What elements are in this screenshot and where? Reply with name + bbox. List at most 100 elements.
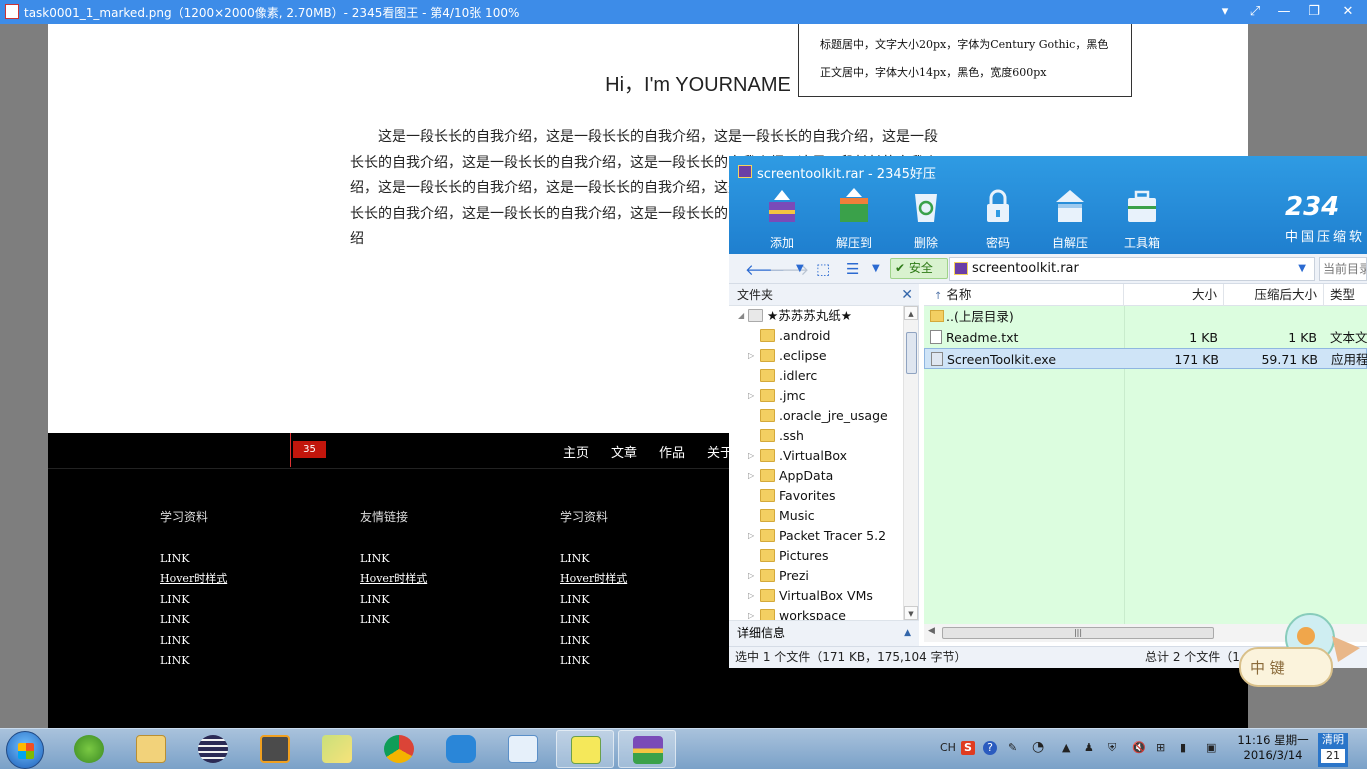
up-folder-icon[interactable]: ⬚ <box>816 260 830 278</box>
taskbar-app[interactable] <box>494 730 552 768</box>
weather-widget[interactable]: 清明 21 <box>1318 733 1348 767</box>
expand-arrow-icon[interactable]: ▷ <box>748 446 754 466</box>
expand-arrow-icon[interactable]: ▷ <box>748 566 754 586</box>
taskbar-app[interactable] <box>122 730 180 768</box>
user-icon[interactable]: ♟ <box>1084 741 1094 754</box>
close-button[interactable]: ✕ <box>1334 1 1362 23</box>
measure-badge: 35 <box>293 441 326 458</box>
column-type[interactable]: 类型 <box>1324 284 1367 306</box>
folder-pane-scrollbar[interactable]: ▲ ▼ <box>903 306 918 620</box>
tree-item[interactable]: .android <box>729 326 901 346</box>
clock[interactable]: 11:16 星期一 2016/3/14 <box>1232 733 1314 763</box>
taskbar-app[interactable] <box>246 730 304 768</box>
start-button[interactable] <box>6 731 44 769</box>
tree-item[interactable]: .ssh <box>729 426 901 446</box>
self-extract-button[interactable]: 自解压 <box>1039 186 1101 251</box>
column-packed-size[interactable]: 压缩后大小 <box>1224 284 1324 306</box>
footer-column: 学习资料 LINK Hover时样式 LINK LINK LINK LINK <box>560 508 710 671</box>
expand-arrow-icon[interactable]: ▷ <box>748 586 754 606</box>
tree-item[interactable]: Pictures <box>729 546 901 566</box>
viewer-title: task0001_1_marked.png（1200×2000像素, 2.70M… <box>24 6 520 20</box>
fullscreen-icon[interactable]: ⤢ <box>1241 1 1269 23</box>
restore-button[interactable]: ❐ <box>1300 1 1328 23</box>
history-dropdown-icon[interactable]: ▼ <box>796 263 804 274</box>
help-icon[interactable]: ? <box>983 741 997 755</box>
recycle-icon <box>915 194 937 222</box>
utorrent-icon <box>74 735 104 763</box>
taskbar-app-active[interactable] <box>556 730 614 768</box>
file-row[interactable]: ..(上层目录) <box>924 306 1367 327</box>
tree-item[interactable]: ▷ .eclipse <box>729 346 901 366</box>
tree-item[interactable]: ▷ Prezi <box>729 566 901 586</box>
tree-item-label: ★苏苏苏丸纸★ <box>767 308 852 323</box>
expand-arrow-icon[interactable]: ▷ <box>748 386 754 406</box>
close-icon[interactable]: ✕ <box>901 284 913 306</box>
tree-item[interactable]: Favorites <box>729 486 901 506</box>
expand-arrow-icon[interactable]: ▷ <box>748 606 754 620</box>
file-row-selected[interactable]: ScreenToolkit.exe 171 KB 59.71 KB 应用程 <box>924 348 1367 369</box>
file-row[interactable]: Readme.txt 1 KB 1 KB 文本文 <box>924 327 1367 348</box>
tree-item[interactable]: .oracle_jre_usage <box>729 406 901 426</box>
scrollbar-thumb[interactable] <box>906 332 917 374</box>
tree-item[interactable]: ▷ VirtualBox VMs <box>729 586 901 606</box>
address-bar: 🡐 🡒 ▼ ⬚ ☰ ▼ ✔ 安全 screentoolkit.rar ▼ 当前目… <box>729 254 1367 284</box>
chevron-up-icon[interactable]: ▲ <box>904 621 911 645</box>
battery-icon[interactable]: ▮ <box>1180 741 1186 754</box>
toolbox-label: 工具箱 <box>1123 236 1160 250</box>
scroll-up-icon[interactable]: ▲ <box>904 306 918 320</box>
network-icon[interactable]: ▣ <box>1206 741 1216 754</box>
column-name[interactable]: ↑ 名称 <box>924 284 1124 306</box>
windows-icon[interactable]: ⊞ <box>1156 741 1165 754</box>
volume-muted-icon[interactable]: 🔇 <box>1132 741 1146 754</box>
tree-item[interactable]: Music <box>729 506 901 526</box>
tray-expand-icon[interactable]: ▲ <box>1062 741 1070 754</box>
tree-item[interactable]: ▷ Packet Tracer 5.2 <box>729 526 901 546</box>
pen-icon[interactable]: ✎ <box>1008 741 1017 754</box>
measure-line <box>290 433 291 467</box>
expand-arrow-icon[interactable]: ◢ <box>738 306 744 326</box>
view-dropdown-icon[interactable]: ▼ <box>872 263 880 274</box>
expand-arrow-icon[interactable]: ▷ <box>748 526 754 546</box>
taskbar-app[interactable] <box>308 730 366 768</box>
taskbar-app[interactable] <box>184 730 242 768</box>
footer-link: Hover时样式 <box>560 572 628 586</box>
self-extract-label: 自解压 <box>1051 236 1088 250</box>
tree-item[interactable]: .idlerc <box>729 366 901 386</box>
safety-badge[interactable]: ✔ 安全 <box>890 258 948 279</box>
dropdown-icon[interactable]: ▾ <box>1211 1 1239 23</box>
add-button[interactable]: 添加 <box>751 186 813 251</box>
details-panel-toggle[interactable]: 详细信息 ▲ <box>729 620 919 646</box>
expand-arrow-icon[interactable]: ▷ <box>748 466 754 486</box>
extract-to-button[interactable]: 解压到 <box>823 186 885 251</box>
address-field[interactable]: screentoolkit.rar ▼ <box>949 257 1315 281</box>
view-list-icon[interactable]: ☰ <box>846 260 859 278</box>
tree-item[interactable]: ▷ AppData <box>729 466 901 486</box>
toolbox-button[interactable]: 工具箱 <box>1111 186 1173 251</box>
taskbar-app[interactable] <box>60 730 118 768</box>
minimize-button[interactable]: — <box>1270 1 1298 23</box>
password-button[interactable]: 密码 <box>967 186 1029 251</box>
column-size[interactable]: 大小 <box>1124 284 1224 306</box>
taskbar-app[interactable] <box>432 730 490 768</box>
mascot-widget[interactable]: 中 键 <box>1238 612 1366 692</box>
scroll-down-icon[interactable]: ▼ <box>904 606 918 620</box>
taskbar-app-active[interactable] <box>618 730 676 768</box>
footer-link: LINK <box>560 613 590 627</box>
expand-arrow-icon[interactable]: ▷ <box>748 346 754 366</box>
tree-item[interactable]: ▷ workspace <box>729 606 901 620</box>
security-icon[interactable]: ⛨ <box>1108 741 1116 755</box>
scroll-left-icon[interactable]: ◀ <box>928 626 935 636</box>
delete-button[interactable]: 删除 <box>895 186 957 251</box>
input-method-icon[interactable]: S <box>961 741 975 755</box>
taskbar-app[interactable] <box>370 730 428 768</box>
wifi-icon[interactable]: ◔ <box>1032 739 1044 755</box>
tree-item-label: Packet Tracer 5.2 <box>779 528 887 543</box>
footer-link: LINK <box>160 552 190 565</box>
chevron-down-icon[interactable]: ▼ <box>1298 258 1306 280</box>
scrollbar-thumb[interactable]: ||| <box>942 627 1214 639</box>
search-scope-field[interactable]: 当前目录 <box>1319 257 1367 281</box>
tree-item[interactable]: ▷ .jmc <box>729 386 901 406</box>
tree-item[interactable]: ▷ .VirtualBox <box>729 446 901 466</box>
language-indicator[interactable]: CH <box>940 741 956 754</box>
tree-item[interactable]: ◢ ★苏苏苏丸纸★ <box>729 306 901 326</box>
